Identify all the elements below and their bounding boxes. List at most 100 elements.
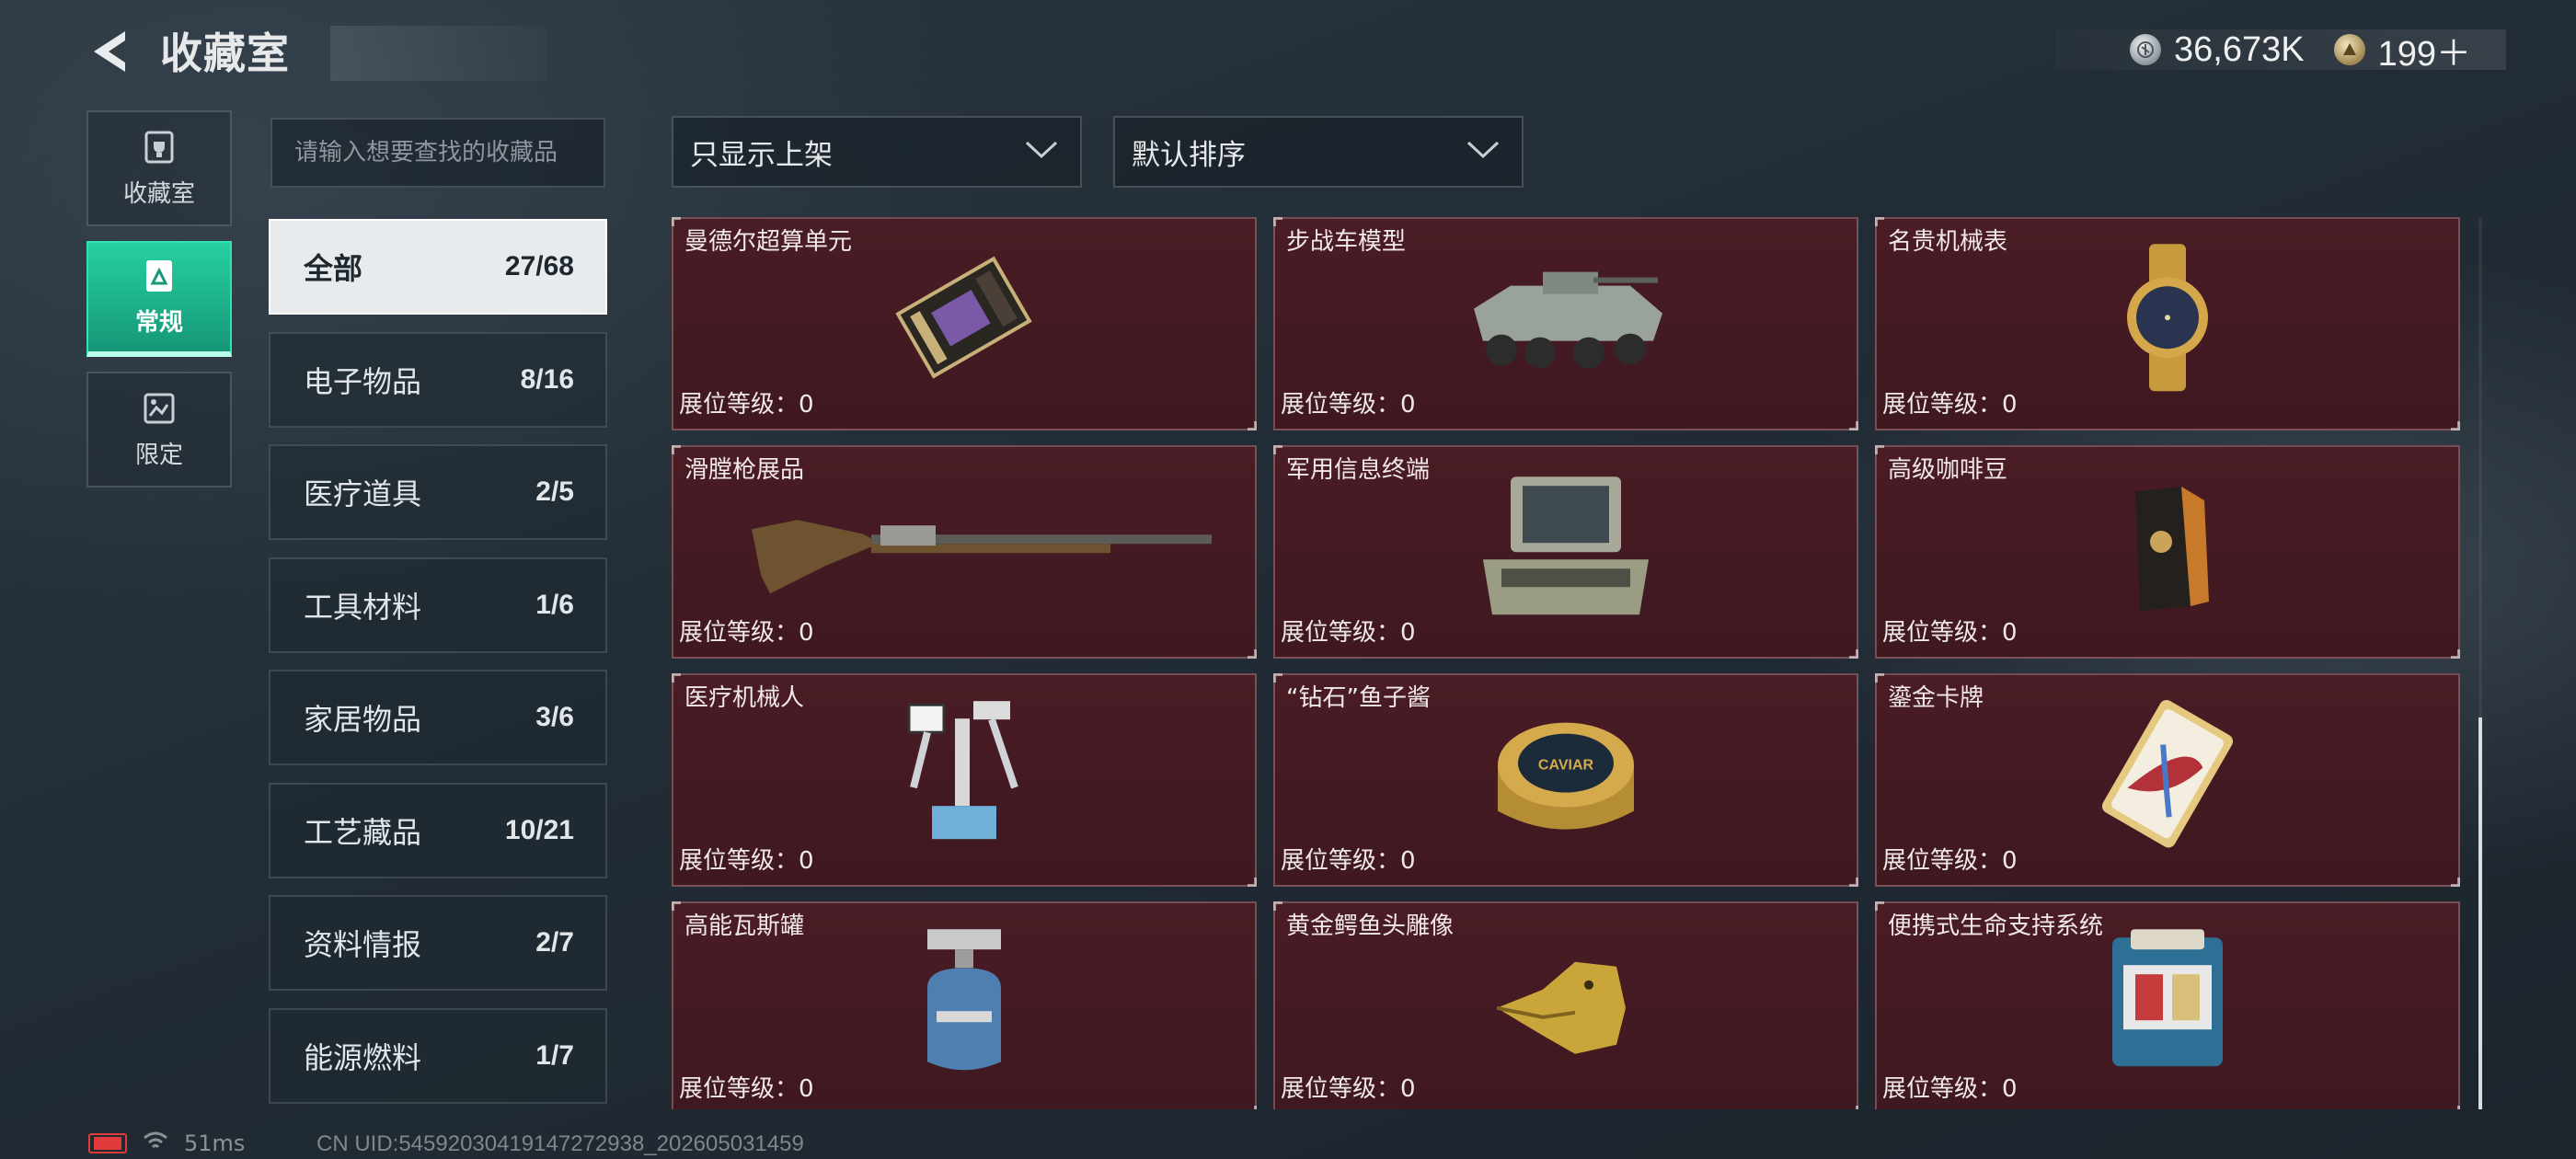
nav-tab-regular[interactable]: 常规 <box>86 241 232 357</box>
category-count: 2/5 <box>535 476 574 507</box>
item-name: 军用信息终端 <box>1286 456 1431 484</box>
category-electronics[interactable]: 电子物品 8/16 <box>269 332 607 428</box>
silver-coin-icon <box>2130 34 2162 65</box>
collection-card[interactable]: 滑膛枪展品 展位等级：0 <box>672 445 1257 659</box>
back-button[interactable] <box>85 28 136 79</box>
item-name: 名贵机械表 <box>1888 228 2008 256</box>
collection-grid: 曼德尔超算单元 展位等级：0 步战车模型 展位等级：0 名贵机械表 展位等级：0… <box>670 217 2475 1109</box>
coffee-bag-icon <box>2117 477 2218 615</box>
currency-bar: 36,673K 199＋ <box>2055 29 2506 74</box>
category-count: 27/68 <box>504 251 574 281</box>
gold-coin-icon <box>2333 34 2365 65</box>
collection-card[interactable]: 便携式生命支持系统 展位等级：0 <box>1875 901 2460 1109</box>
caviar-label: CAVIAR <box>1538 758 1594 774</box>
luxury-watch-icon <box>2103 239 2232 396</box>
exhibit-level: 展位等级：0 <box>1281 391 1416 419</box>
wifi-icon <box>142 1130 169 1157</box>
life-support-icon <box>2094 924 2241 1080</box>
gold-crocodile-icon <box>1488 944 1644 1063</box>
exhibit-level: 展位等级：0 <box>1882 619 2018 647</box>
exhibit-level: 展位等级：0 <box>679 1075 814 1103</box>
exhibit-level: 展位等级：0 <box>679 847 814 875</box>
trophy-icon <box>141 129 178 166</box>
page-title: 收藏室 <box>160 26 546 81</box>
category-tools[interactable]: 工具材料 1/6 <box>269 557 607 653</box>
collection-card[interactable]: 黄金鳄鱼头雕像 展位等级：0 <box>1273 901 1858 1109</box>
display-filter-dropdown[interactable]: 只显示上架 <box>672 116 1082 188</box>
category-count: 1/7 <box>535 1040 574 1071</box>
exhibit-level: 展位等级：0 <box>1882 391 2018 419</box>
ifv-model-icon <box>1455 245 1676 392</box>
category-household[interactable]: 家居物品 3/6 <box>269 670 607 765</box>
item-name: “钻石”鱼子酱 <box>1286 684 1431 712</box>
item-name: 鎏金卡牌 <box>1888 684 1984 712</box>
status-bar: 51ms <box>88 1130 245 1157</box>
battery-icon <box>88 1133 127 1153</box>
chevron-down-icon <box>1465 135 1501 168</box>
caviar-tin-icon: CAVIAR <box>1483 701 1649 848</box>
frame-icon <box>141 258 178 294</box>
back-arrow-icon <box>88 28 132 79</box>
category-label: 全部 <box>304 251 363 286</box>
gold-coin-amount[interactable]: 199＋ <box>2378 25 2471 75</box>
silver-coin-amount: 36,673K <box>2174 29 2305 69</box>
ping-text: 51ms <box>184 1130 246 1156</box>
exhibit-level: 展位等级：0 <box>1281 1075 1416 1103</box>
item-name: 高级咖啡豆 <box>1888 456 2008 484</box>
exhibit-level: 展位等级：0 <box>1281 847 1416 875</box>
collection-card[interactable]: 医疗机械人 展位等级：0 <box>672 673 1257 887</box>
item-name: 滑膛枪展品 <box>684 456 805 484</box>
category-label: 工艺藏品 <box>304 815 422 850</box>
compute-unit-icon <box>881 249 1047 387</box>
display-filter-value: 只显示上架 <box>690 138 833 172</box>
exhibit-level: 展位等级：0 <box>1281 619 1416 647</box>
category-medical[interactable]: 医疗道具 2/5 <box>269 444 607 540</box>
category-label: 电子物品 <box>304 364 422 399</box>
item-name: 医疗机械人 <box>684 684 805 712</box>
gilded-card-icon <box>2076 695 2260 852</box>
category-intel[interactable]: 资料情报 2/7 <box>269 895 607 991</box>
nav-tab-label: 收藏室 <box>122 179 195 208</box>
nav-tab-label: 限定 <box>134 441 183 469</box>
military-terminal-icon <box>1469 467 1662 624</box>
medical-robot-icon <box>891 695 1038 852</box>
category-count: 10/21 <box>504 815 574 845</box>
nav-tab-limited[interactable]: 限定 <box>86 372 232 488</box>
category-label: 资料情报 <box>304 927 422 962</box>
search-input[interactable] <box>270 118 605 188</box>
category-count: 1/6 <box>535 590 574 620</box>
item-name: 曼德尔超算单元 <box>684 228 853 256</box>
item-name: 步战车模型 <box>1286 228 1407 256</box>
category-label: 能源燃料 <box>304 1040 422 1075</box>
category-count: 3/6 <box>535 702 574 732</box>
collection-card[interactable]: 鎏金卡牌 展位等级：0 <box>1875 673 2460 887</box>
sort-dropdown[interactable]: 默认排序 <box>1113 116 1524 188</box>
grid-scrollbar-thumb[interactable] <box>2478 717 2482 1109</box>
collection-card[interactable]: 高能瓦斯罐 展位等级：0 <box>672 901 1257 1109</box>
collection-card[interactable]: 名贵机械表 展位等级：0 <box>1875 217 2460 430</box>
exhibit-level: 展位等级：0 <box>1882 847 2018 875</box>
exhibit-level: 展位等级：0 <box>1882 1075 2018 1103</box>
category-count: 2/7 <box>535 927 574 958</box>
exhibit-level: 展位等级：0 <box>679 391 814 419</box>
musket-icon <box>742 492 1221 602</box>
collection-card[interactable]: 高级咖啡豆 展位等级：0 <box>1875 445 2460 659</box>
category-crafts[interactable]: 工艺藏品 10/21 <box>269 783 607 878</box>
collection-card[interactable]: 步战车模型 展位等级：0 <box>1273 217 1858 430</box>
category-count: 8/16 <box>520 364 574 395</box>
picture-icon <box>141 390 178 427</box>
collection-card[interactable]: 军用信息终端 展位等级：0 <box>1273 445 1858 659</box>
collection-card[interactable]: “钻石”鱼子酱 CAVIAR 展位等级：0 <box>1273 673 1858 887</box>
item-name: 黄金鳄鱼头雕像 <box>1286 912 1455 940</box>
exhibit-level: 展位等级：0 <box>679 619 814 647</box>
collection-card[interactable]: 曼德尔超算单元 展位等级：0 <box>672 217 1257 430</box>
category-fuel[interactable]: 能源燃料 1/7 <box>269 1008 607 1104</box>
uid-text: CN UID:54592030419147272938_202605031459 <box>316 1131 804 1156</box>
category-all[interactable]: 全部 27/68 <box>269 219 607 315</box>
category-label: 医疗道具 <box>304 476 422 511</box>
item-name: 便携式生命支持系统 <box>1888 912 2104 940</box>
item-name: 高能瓦斯罐 <box>684 912 805 940</box>
category-label: 家居物品 <box>304 702 422 737</box>
nav-tab-collection-room[interactable]: 收藏室 <box>86 110 232 226</box>
nav-tab-label: 常规 <box>134 308 183 337</box>
